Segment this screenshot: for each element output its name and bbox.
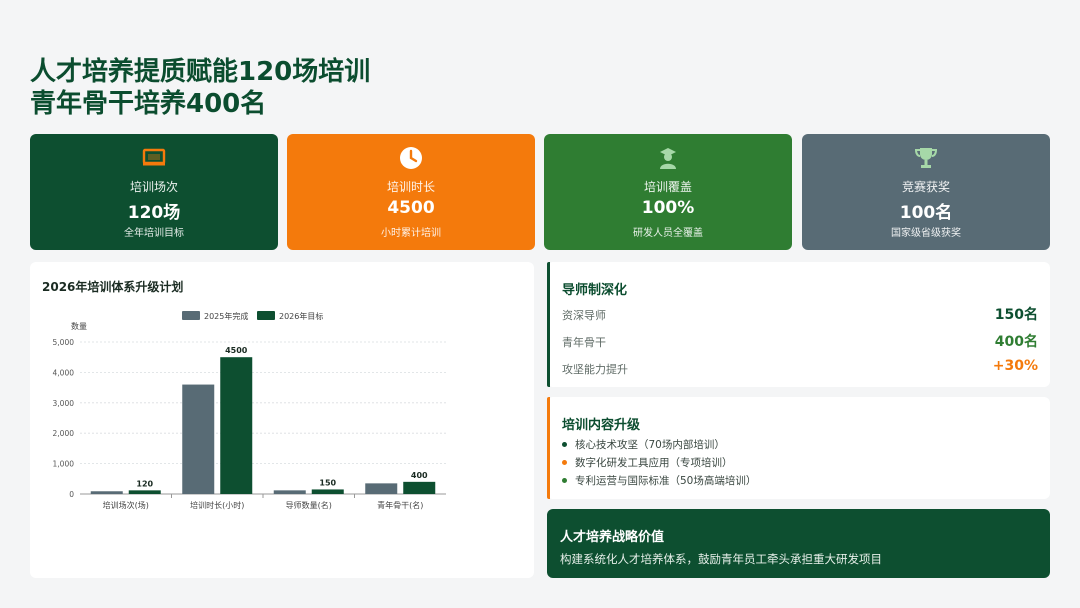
metric-label: 资深导师	[562, 309, 606, 322]
data-label: 400	[411, 471, 428, 480]
kpi-card-competition-awards: 竞赛获奖 100名 国家级省级获奖	[802, 134, 1050, 250]
card-accent-bar	[547, 397, 550, 499]
bar-target-2026	[128, 490, 161, 494]
kpi-value: 4500	[387, 198, 435, 218]
metric-label: 攻坚能力提升	[562, 363, 628, 376]
mentor-row-ability: 攻坚能力提升 +30%	[562, 358, 1038, 378]
page-title: 人才培养提质赋能120场培训 青年骨干培养400名	[30, 56, 370, 120]
mentor-card-title: 导师制深化	[562, 283, 628, 298]
metric-value: 150名	[994, 307, 1038, 323]
kpi-value: 100名	[899, 203, 953, 223]
bar-completed-2025	[273, 490, 306, 494]
x-tick-label: 青年骨干(名)	[377, 500, 423, 510]
x-tick-label: 培训场次(场)	[103, 500, 149, 510]
kpi-card-training-sessions: 培训场次 120场 全年培训目标	[30, 134, 278, 250]
list-item: 数字化研发工具应用（专项培训）	[562, 455, 733, 471]
content-card-title: 培训内容升级	[562, 418, 641, 433]
kpi-label: 竞赛获奖	[901, 180, 950, 194]
metric-label: 青年骨干	[562, 336, 606, 349]
list-item: 专利运营与国际标准（50场高端培训）	[562, 473, 756, 489]
bullet-dot-icon	[562, 441, 567, 447]
bullet-dot-icon	[562, 477, 567, 483]
bar-target-2026	[220, 357, 253, 494]
trophy-icon	[802, 146, 1050, 170]
kpi-label: 培训时长	[386, 180, 435, 194]
page-title-line-2: 青年骨干培养400名	[30, 89, 267, 119]
legend-label: 2026年目标	[279, 311, 323, 321]
x-tick-label: 培训时长(小时)	[190, 500, 244, 510]
y-tick-label: 5,000	[53, 338, 75, 347]
y-tick-label: 0	[69, 490, 74, 499]
data-label: 150	[319, 478, 336, 487]
kpi-label: 培训覆盖	[643, 180, 692, 194]
data-label: 4500	[225, 346, 248, 355]
strategy-text: 构建系统化人才培养体系，鼓励青年员工牵头承担重大研发项目	[560, 552, 882, 566]
strategy-title: 人才培养战略价值	[560, 530, 665, 545]
content-card: 培训内容升级 核心技术攻坚（70场内部培训） 数字化研发工具应用（专项培训） 专…	[547, 397, 1050, 499]
y-tick-label: 3,000	[53, 399, 75, 408]
legend-swatch	[182, 311, 200, 320]
list-item-text: 数字化研发工具应用（专项培训）	[575, 457, 733, 469]
list-item: 核心技术攻坚（70场内部培训）	[562, 437, 725, 453]
bar-completed-2025	[90, 491, 123, 494]
x-tick-label: 导师数量(名)	[286, 500, 332, 510]
data-label: 120	[136, 479, 153, 488]
kpi-card-training-coverage: 培训覆盖 100% 研发人员全覆盖	[544, 134, 792, 250]
bullet-dot-icon	[562, 459, 567, 465]
kpi-subtext: 研发人员全覆盖	[633, 228, 703, 239]
metric-value: 400名	[994, 334, 1038, 350]
kpi-value: 100%	[641, 198, 695, 218]
legend-swatch	[257, 311, 275, 320]
y-axis-label: 数量	[71, 321, 87, 331]
chart-card: 2026年培训体系升级计划 数量 0 1,000 2,000 3,000 4,000 5,0…	[30, 262, 534, 578]
y-tick-label: 2,000	[53, 429, 75, 438]
card-accent-bar	[547, 262, 550, 387]
kpi-subtext: 小时累计培训	[381, 228, 441, 239]
kpi-row: 培训场次 120场 全年培训目标 培训时长 4500 小时累计培训 培训覆盖 1…	[30, 134, 1050, 250]
bar-target-2026	[403, 481, 436, 494]
kpi-card-training-hours: 培训时长 4500 小时累计培训	[287, 134, 535, 250]
list-item-text: 核心技术攻坚（70场内部培训）	[575, 439, 725, 451]
bar-completed-2025	[182, 384, 215, 494]
y-tick-label: 1,000	[53, 460, 75, 469]
bar-target-2026	[311, 489, 344, 494]
bar-completed-2025	[365, 483, 398, 494]
strategy-card: 人才培养战略价值 构建系统化人才培养体系，鼓励青年员工牵头承担重大研发项目	[547, 509, 1050, 578]
mentor-card: 导师制深化 资深导师 150名 青年骨干 400名 攻坚能力提升 +30%	[547, 262, 1050, 387]
legend-label: 2025年完成	[204, 311, 248, 321]
mentor-row-senior: 资深导师 150名	[562, 304, 1038, 324]
kpi-subtext: 国家级省级获奖	[891, 228, 961, 239]
chalkboard-icon	[30, 146, 278, 170]
page-title-line-1: 人才培养提质赋能120场培训	[30, 57, 371, 87]
graduate-icon	[544, 146, 792, 170]
kpi-value: 120场	[127, 203, 181, 223]
metric-value: +30%	[992, 358, 1038, 374]
y-tick-label: 4,000	[53, 368, 75, 377]
mentor-row-young: 青年骨干 400名	[562, 331, 1038, 351]
kpi-label: 培训场次	[129, 180, 178, 194]
clock-icon	[287, 146, 535, 170]
kpi-subtext: 全年培训目标	[124, 228, 184, 239]
bar-chart: 数量 0 1,000 2,000 3,000 4,000 5,000 120 培训场次(场) 45…	[53, 311, 446, 510]
list-item-text: 专利运营与国际标准（50场高端培训）	[575, 475, 757, 487]
